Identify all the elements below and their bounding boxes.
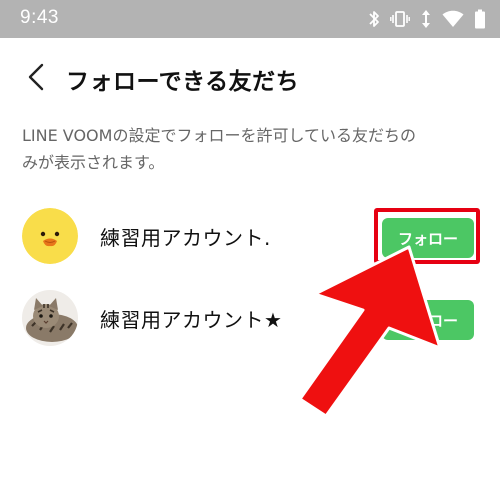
wifi-icon bbox=[442, 10, 464, 28]
bluetooth-icon bbox=[368, 9, 380, 29]
friend-name: 練習用アカウント. bbox=[100, 226, 271, 250]
status-bar: 9:43 bbox=[0, 0, 500, 38]
follow-button[interactable]: フォロー bbox=[382, 300, 474, 340]
description-line-2: みが表示されます。 bbox=[22, 153, 165, 172]
friend-name: 練習用アカウント★ bbox=[100, 308, 283, 332]
cat-photo-avatar bbox=[22, 290, 78, 346]
vibrate-icon bbox=[390, 9, 410, 29]
data-arrows-icon bbox=[420, 9, 432, 29]
back-button[interactable] bbox=[22, 62, 52, 92]
friend-row: 練習用アカウント★ フォロー bbox=[0, 290, 500, 350]
description-line-1: LINE VOOMの設定でフォローを許可している友だちの bbox=[22, 126, 416, 145]
chevron-left-icon bbox=[22, 63, 52, 96]
follow-button[interactable]: フォロー bbox=[382, 218, 474, 258]
page-title: フォローできる友だち bbox=[66, 69, 300, 95]
status-time: 9:43 bbox=[20, 7, 59, 28]
friend-row: 練習用アカウント. フォロー bbox=[0, 208, 500, 268]
sally-chick-avatar bbox=[22, 208, 78, 264]
status-icons bbox=[368, 8, 486, 30]
description-text: LINE VOOMの設定でフォローを許可している友だちの みが表示されます。 bbox=[22, 122, 482, 176]
page-header: フォローできる友だち bbox=[0, 38, 500, 116]
battery-icon bbox=[474, 9, 486, 29]
